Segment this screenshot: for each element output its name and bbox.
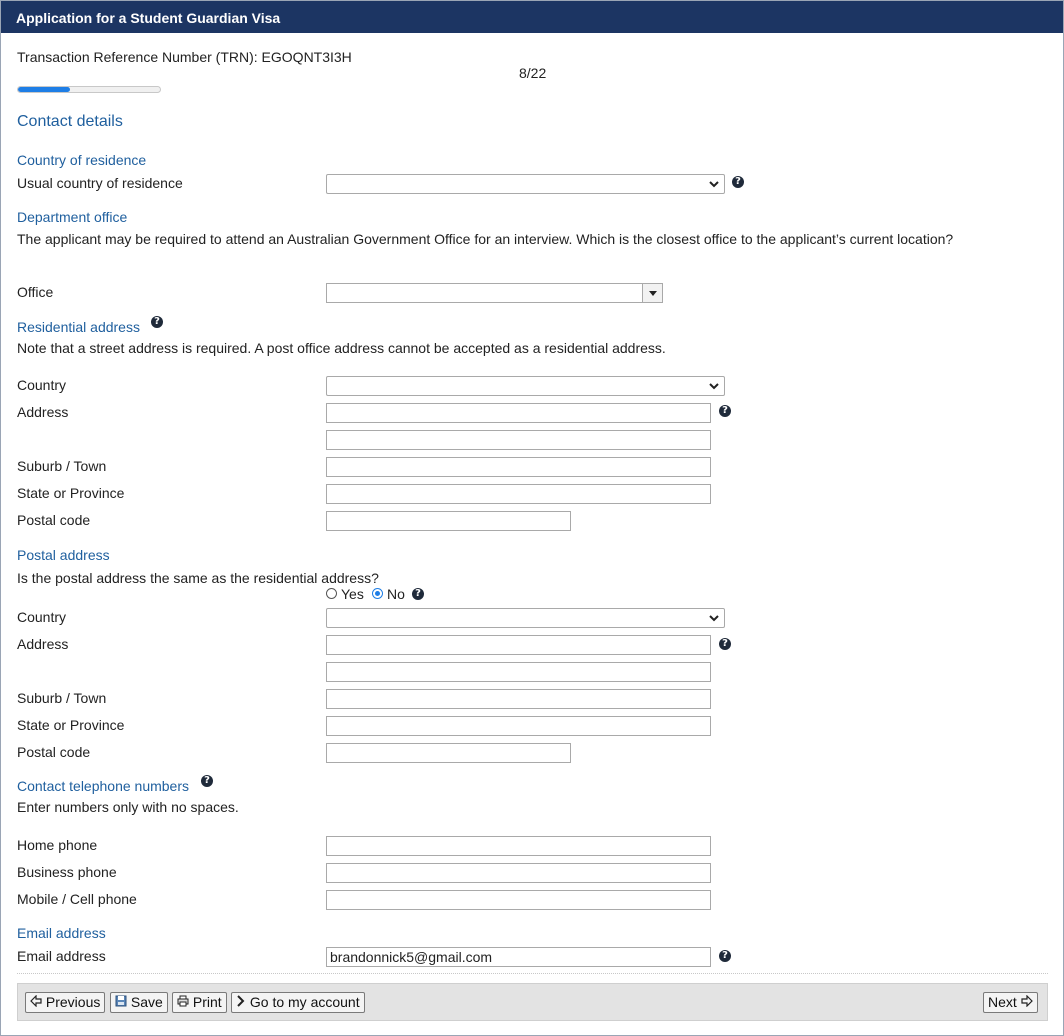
phones-note: Enter numbers only with no spaces. (17, 799, 239, 815)
go-to-my-account-button[interactable]: Go to my account (231, 992, 365, 1013)
help-icon[interactable]: ? (719, 405, 731, 417)
help-icon[interactable]: ? (412, 588, 424, 600)
yes-label[interactable]: Yes (341, 586, 364, 602)
progress-bar (17, 86, 161, 93)
residential-country-select[interactable] (326, 376, 725, 396)
residential-country-label: Country (17, 377, 67, 393)
residential-note: Note that a street address is required. … (17, 340, 666, 356)
chevron-down-icon (709, 181, 719, 188)
chevron-down-icon (709, 383, 719, 390)
residential-postal-input[interactable] (326, 511, 571, 531)
residential-postal-label: Postal code (17, 512, 91, 528)
no-label[interactable]: No (387, 586, 405, 602)
window-title: Application for a Student Guardian Visa (1, 1, 1063, 33)
chevron-right-icon (237, 995, 245, 1007)
go-to-my-account-label: Go to my account (249, 994, 360, 1010)
usual-country-select[interactable] (326, 174, 725, 194)
postal-country-select[interactable] (326, 608, 725, 628)
print-button[interactable]: Print (172, 992, 227, 1013)
postal-address-line2-input[interactable] (326, 662, 711, 682)
section-contact-telephone: Contact telephone numbers (17, 778, 189, 794)
usual-country-label: Usual country of residence (17, 175, 183, 191)
help-icon[interactable]: ? (732, 176, 744, 188)
postal-suburb-label: Suburb / Town (17, 690, 107, 706)
office-label: Office (17, 284, 54, 300)
postal-suburb-input[interactable] (326, 689, 711, 709)
print-button-label: Print (192, 994, 222, 1010)
next-button-label: Next (988, 994, 1017, 1010)
postal-state-label: State or Province (17, 717, 125, 733)
mobile-phone-label: Mobile / Cell phone (17, 891, 137, 907)
section-email-address: Email address (17, 925, 106, 941)
postal-postal-label: Postal code (17, 744, 91, 760)
page-title: Contact details (17, 113, 123, 130)
home-phone-input[interactable] (326, 836, 711, 856)
printer-icon (177, 995, 189, 1007)
footer-toolbar: Previous Save Print Go to my account Nex… (17, 983, 1048, 1021)
residential-state-input[interactable] (326, 484, 711, 504)
postal-same-yes-radio[interactable] (326, 588, 337, 599)
business-phone-input[interactable] (326, 863, 711, 883)
help-icon[interactable]: ? (719, 950, 731, 962)
application-window: Application for a Student Guardian Visa … (0, 0, 1064, 1036)
residential-suburb-label: Suburb / Town (17, 458, 107, 474)
chevron-down-icon (709, 615, 719, 622)
residential-address-label: Address (17, 404, 69, 420)
dropdown-arrow-icon[interactable] (642, 284, 662, 302)
footer-separator (17, 973, 1048, 974)
office-combobox[interactable] (326, 283, 663, 303)
residential-address-line1-input[interactable] (326, 403, 711, 423)
floppy-icon (115, 995, 127, 1007)
business-phone-label: Business phone (17, 864, 117, 880)
section-residential-address: Residential address (17, 319, 140, 335)
section-department-office: Department office (17, 209, 128, 225)
help-icon[interactable]: ? (719, 638, 731, 650)
department-office-note: The applicant may be required to attend … (17, 231, 954, 247)
postal-address-line1-input[interactable] (326, 635, 711, 655)
next-button[interactable]: Next (983, 992, 1038, 1013)
progress-text: 8/22 (519, 65, 547, 81)
previous-button[interactable]: Previous (25, 992, 106, 1013)
home-phone-label: Home phone (17, 837, 98, 853)
postal-same-no-radio[interactable] (372, 588, 383, 599)
email-input[interactable] (326, 947, 711, 967)
section-postal-address: Postal address (17, 547, 110, 563)
trn-label: Transaction Reference Number (TRN): EGOQ… (17, 49, 352, 65)
section-country-of-residence: Country of residence (17, 152, 147, 168)
save-button[interactable]: Save (110, 992, 168, 1013)
previous-button-label: Previous (45, 994, 101, 1010)
email-label: Email address (17, 948, 106, 964)
progress-bar-fill (18, 87, 70, 92)
arrow-right-icon (1021, 994, 1033, 1008)
mobile-phone-input[interactable] (326, 890, 711, 910)
help-icon[interactable]: ? (151, 316, 163, 328)
residential-suburb-input[interactable] (326, 457, 711, 477)
residential-address-line2-input[interactable] (326, 430, 711, 450)
postal-postal-input[interactable] (326, 743, 571, 763)
residential-state-label: State or Province (17, 485, 125, 501)
postal-same-question: Is the postal address the same as the re… (17, 570, 379, 586)
postal-address-label: Address (17, 636, 69, 652)
postal-country-label: Country (17, 609, 67, 625)
save-button-label: Save (130, 994, 163, 1010)
postal-state-input[interactable] (326, 716, 711, 736)
help-icon[interactable]: ? (201, 775, 213, 787)
arrow-left-icon (30, 994, 42, 1008)
